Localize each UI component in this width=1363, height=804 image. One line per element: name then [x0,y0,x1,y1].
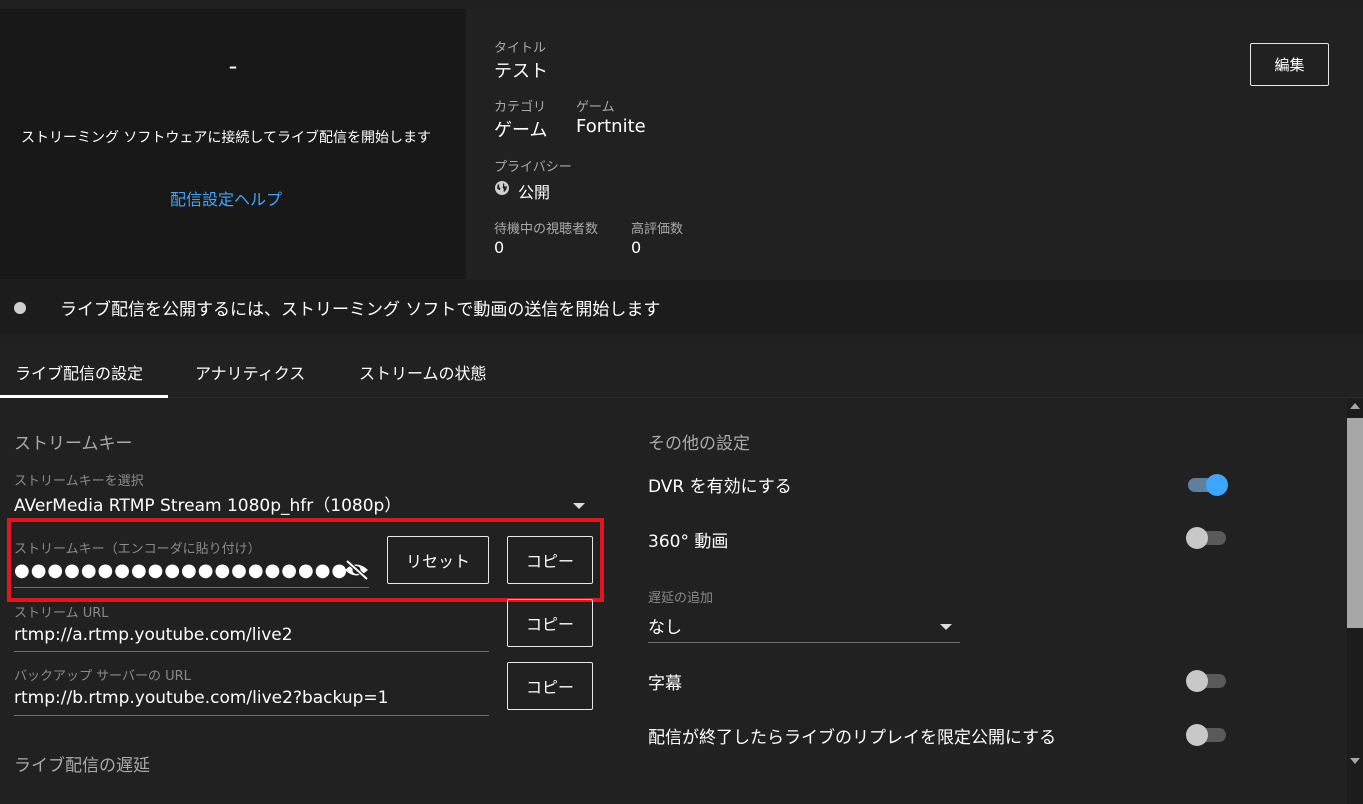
delay-chevron-down-icon[interactable] [940,624,952,630]
stream-url-underline [14,651,489,652]
status-indicator-icon [14,302,26,314]
delay-select-value[interactable]: なし [648,613,682,638]
edit-button[interactable]: 編集 [1250,43,1329,86]
status-message: ライブ配信を公開するには、ストリーミング ソフトで動画の送信を開始します [60,300,661,320]
highlight-box [7,518,604,602]
dvr-toggle[interactable] [1186,473,1228,497]
delay-underline [648,642,960,643]
likes-value: 0 [631,238,642,257]
privacy-label: プライバシー [494,160,572,175]
stream-key-select-label: ストリームキーを選択 [14,474,144,489]
copy-stream-url-button[interactable]: コピー [507,599,593,647]
backup-url-value[interactable]: rtmp://b.rtmp.youtube.com/live2?backup=1 [14,688,388,708]
dvr-label: DVR を有効にする [648,477,792,497]
backup-url-label: バックアップ サーバーの URL [14,669,191,684]
delay-label: 遅延の追加 [648,591,714,606]
scroll-down-arrow-icon[interactable] [1350,758,1360,764]
stream-info-panel [467,9,1363,279]
video-360-toggle[interactable] [1186,526,1228,550]
globe-icon [494,180,510,196]
preview-message: ストリーミング ソフトウェアに接続してライブ配信を開始します [20,130,432,146]
stream-url-label: ストリーム URL [14,606,109,621]
latency-section-title: ライブ配信の遅延 [14,756,150,776]
backup-url-underline [14,715,489,716]
other-settings-title: その他の設定 [648,434,750,454]
game-value: Fortnite [576,116,646,137]
scroll-up-arrow-icon[interactable] [1350,403,1360,409]
scrollbar-thumb[interactable] [1347,418,1363,628]
preview-status-dash: - [228,52,238,80]
category-value: ゲーム [494,120,548,141]
stream-key-select-value[interactable]: AVerMedia RTMP Stream 1080p_hfr（1080p） [14,491,401,516]
active-tab-indicator [0,395,168,398]
tab-stream-health[interactable]: ストリームの状態 [359,360,487,384]
waiting-viewers-value: 0 [494,238,505,257]
unlisted-replay-label: 配信が終了したらライブのリプレイを限定公開にする [648,728,1057,748]
tab-analytics[interactable]: アナリティクス [195,360,305,384]
waiting-viewers-label: 待機中の視聴者数 [494,222,599,237]
stream-settings-help-link[interactable]: 配信設定ヘルプ [0,186,452,210]
category-label: カテゴリ [494,100,547,115]
chevron-down-icon[interactable] [573,503,585,509]
captions-label: 字幕 [648,674,682,694]
captions-toggle[interactable] [1186,669,1228,693]
tab-stream-settings[interactable]: ライブ配信の設定 [15,360,143,384]
video-360-label: 360° 動画 [648,532,729,552]
title-label: タイトル [494,41,547,56]
copy-backup-url-button[interactable]: コピー [507,662,593,710]
stream-url-value[interactable]: rtmp://a.rtmp.youtube.com/live2 [14,625,293,645]
title-value: テスト [494,61,548,82]
unlisted-replay-toggle[interactable] [1186,723,1228,747]
likes-label: 高評価数 [631,222,684,237]
privacy-value: 公開 [518,183,551,202]
game-label: ゲーム [576,100,615,115]
stream-key-section-title: ストリームキー [14,434,133,454]
